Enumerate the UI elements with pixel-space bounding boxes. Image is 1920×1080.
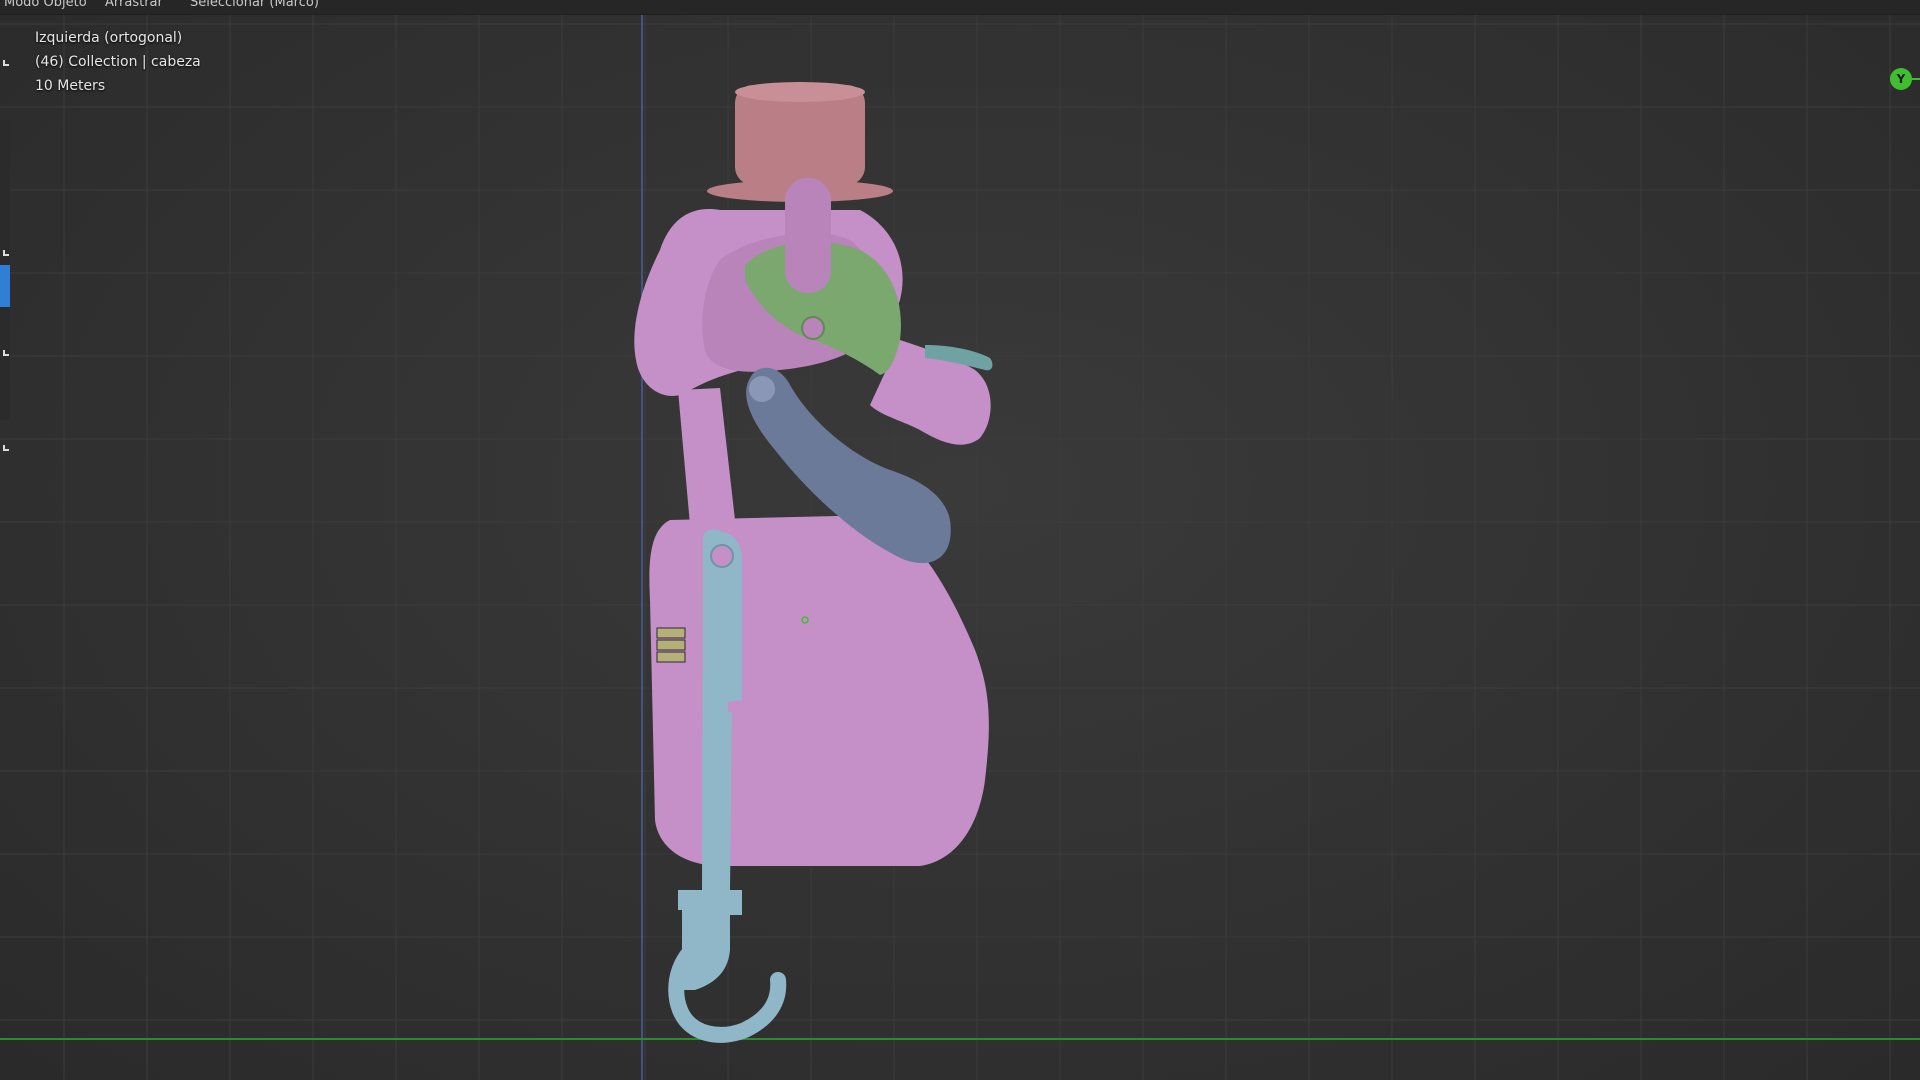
coil-middle (656, 639, 686, 651)
viewport-header: Modo Objeto Arrastrar Seleccionar (Marco… (0, 0, 1920, 15)
move-tool-icon[interactable] (3, 350, 9, 356)
rotate-tool-icon[interactable] (3, 445, 9, 451)
select-menu[interactable]: Seleccionar (Marco) (190, 0, 319, 10)
active-tool-indicator[interactable] (0, 265, 10, 307)
jaw-pivot[interactable] (749, 376, 775, 402)
collection-info: (46) Collection | cabeza (35, 54, 201, 70)
coil-bottom (656, 651, 686, 663)
y-axis-gizmo-handle (1910, 78, 1920, 80)
3d-viewport[interactable]: Modo Objeto Arrastrar Seleccionar (Marco… (0, 0, 1920, 1080)
scale-info: 10 Meters (35, 78, 106, 94)
view-name: Izquierda (ortogonal) (35, 30, 183, 46)
hat-top (735, 82, 865, 102)
coil-top (656, 627, 686, 639)
drag-menu[interactable]: Arrastrar (105, 0, 163, 10)
antenna[interactable] (785, 178, 831, 293)
viewport-info-overlay: Izquierda (ortogonal) (46) Collection | … (35, 26, 201, 98)
lever-pivot[interactable] (710, 544, 734, 568)
lower-body[interactable] (649, 515, 989, 866)
helmet-pivot[interactable] (801, 316, 825, 340)
select-tool-icon[interactable] (3, 60, 9, 66)
cursor-tool-icon[interactable] (3, 250, 9, 256)
model-3d[interactable] (0, 0, 1920, 1080)
neck[interactable] (678, 388, 735, 525)
y-axis-gizmo-icon[interactable]: Y (1890, 68, 1912, 90)
mode-menu[interactable]: Modo Objeto (4, 0, 87, 10)
left-toolbar (0, 20, 10, 460)
